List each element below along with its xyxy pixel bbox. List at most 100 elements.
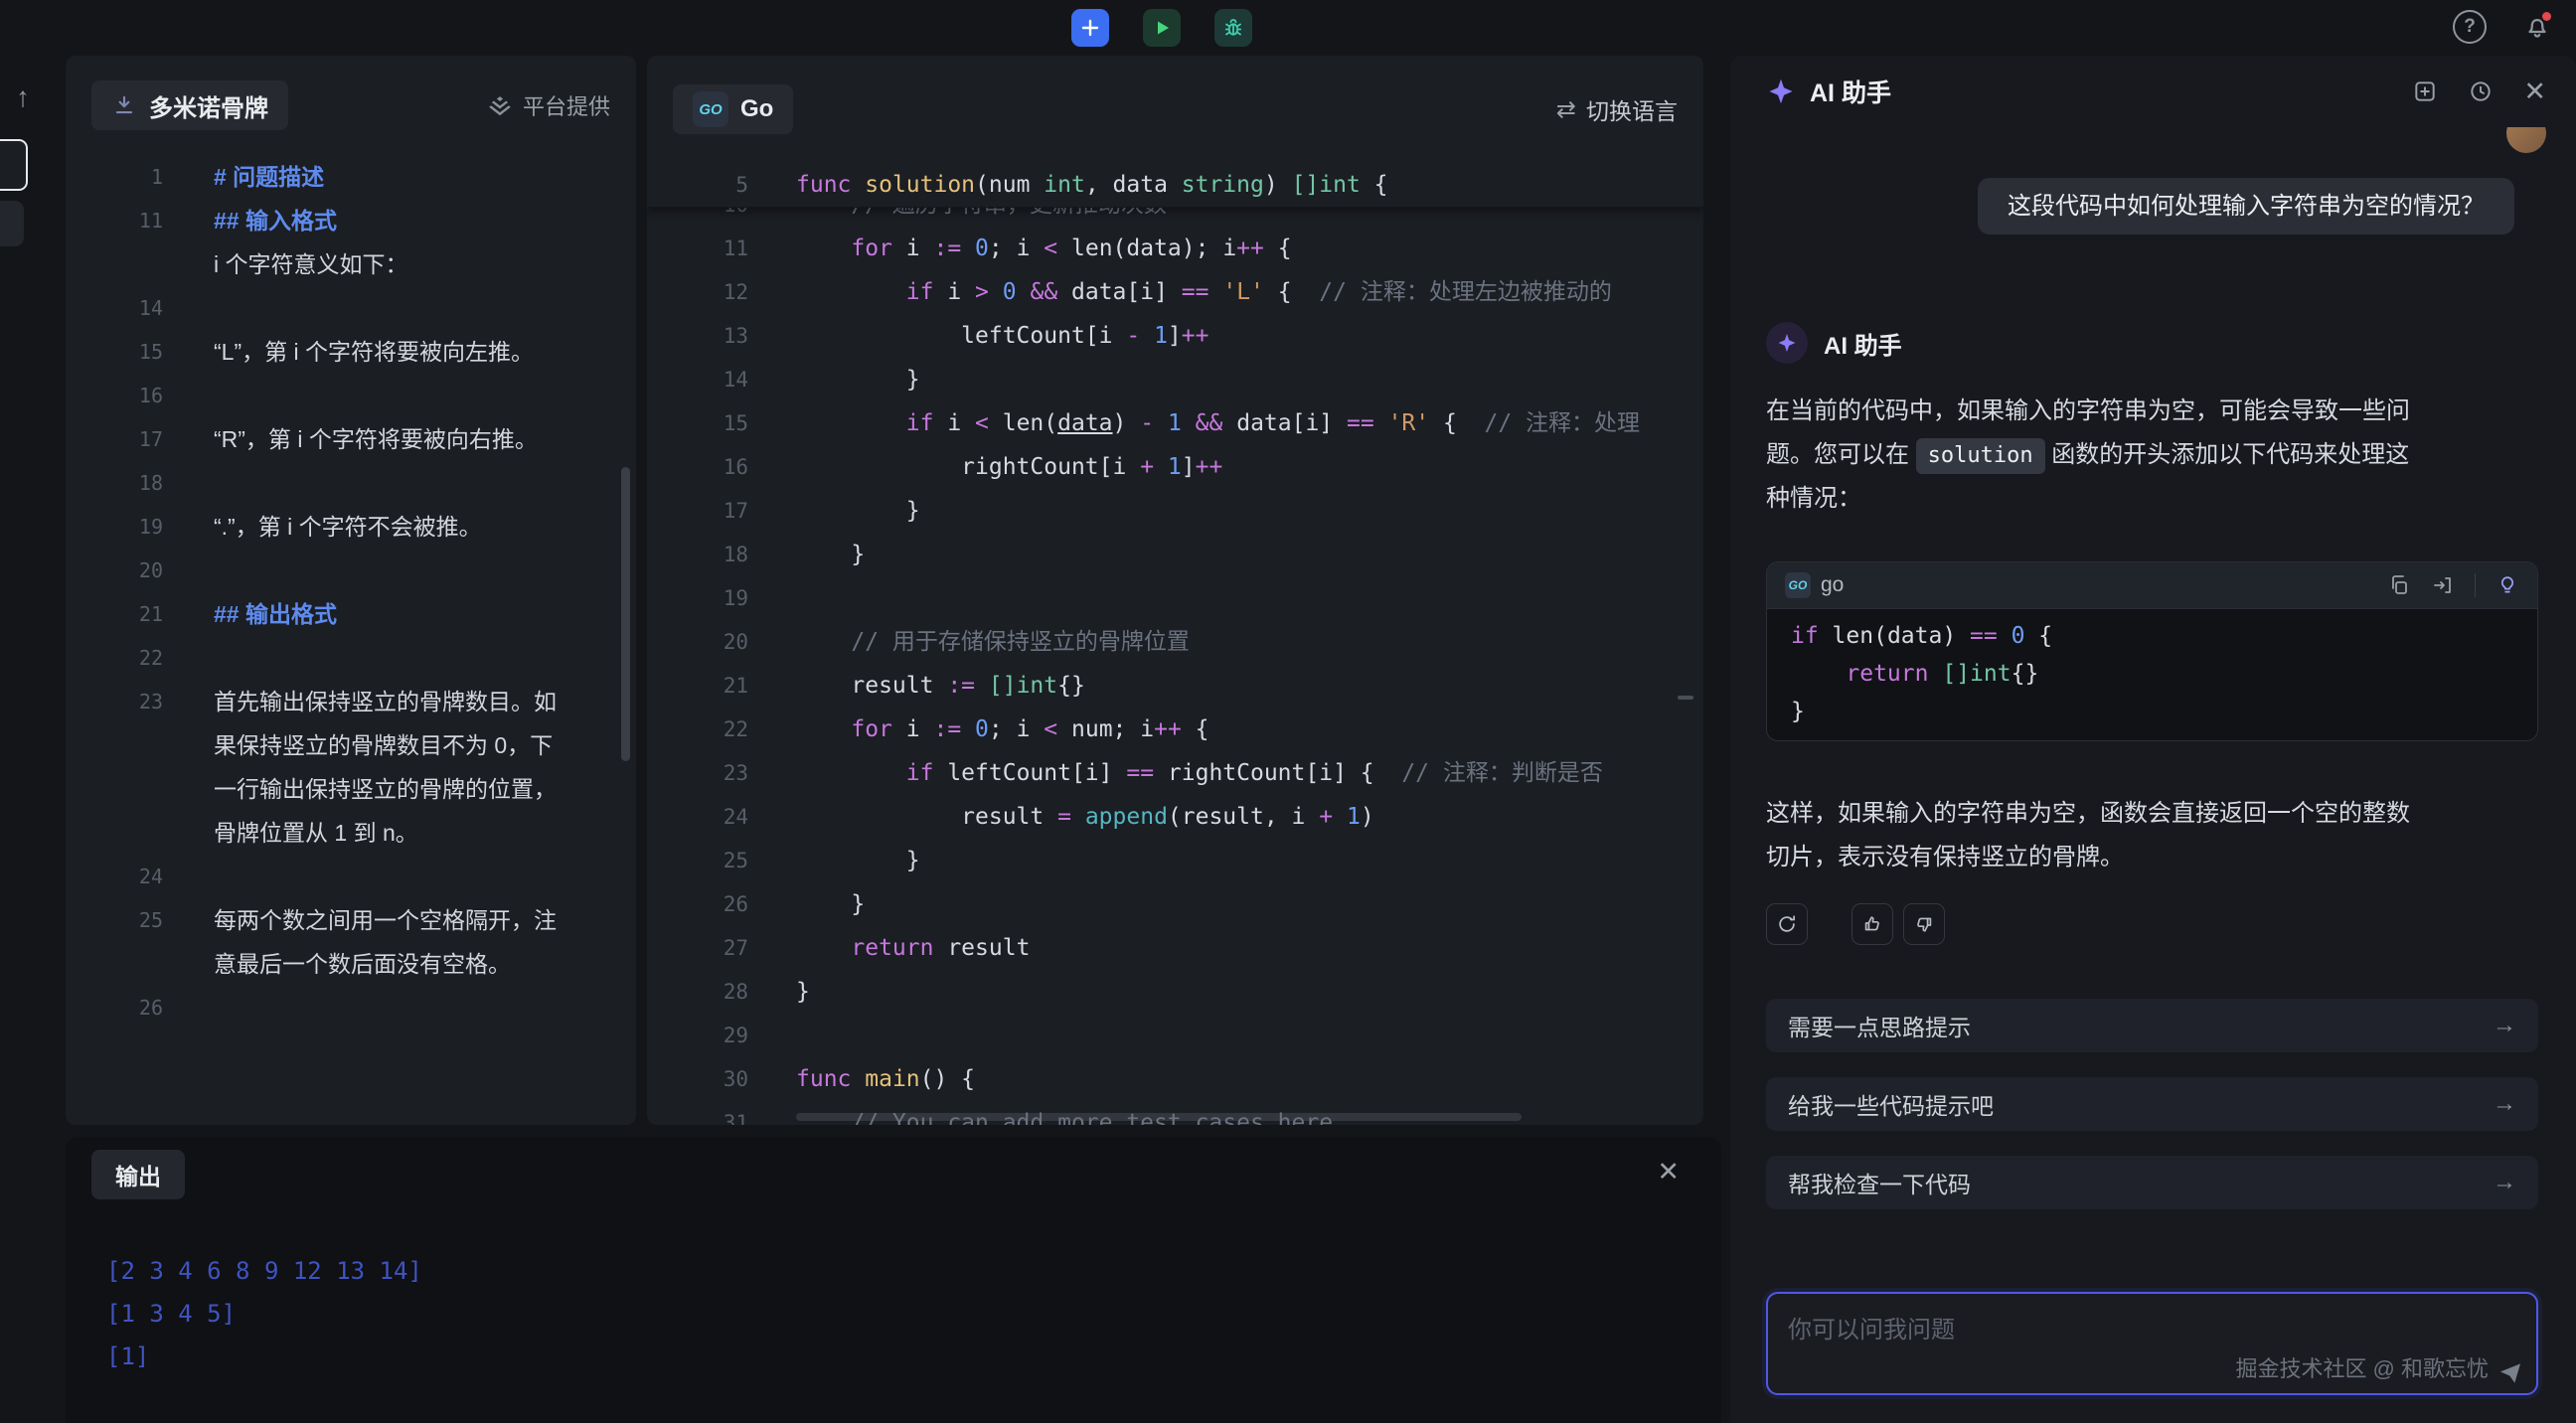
code-token xyxy=(796,716,851,742)
inline-code: solution xyxy=(1916,438,2045,474)
ai-suggestion[interactable]: 需要一点思路提示→ xyxy=(1766,999,2538,1052)
code-line: 26 } xyxy=(647,882,1703,926)
thumbs-down-button[interactable] xyxy=(1903,903,1945,945)
code-token: { xyxy=(1429,410,1484,436)
code-token: (num xyxy=(975,172,1044,198)
ai-suggestions: 需要一点思路提示→ 给我一些代码提示吧→ 帮我检查一下代码→ xyxy=(1766,999,2538,1234)
run-button[interactable] xyxy=(1143,9,1181,47)
history-icon[interactable] xyxy=(2468,79,2494,104)
code-text: // 用于存储保持竖立的骨牌位置 xyxy=(796,620,1190,664)
code-text: func solution(num int, data string) []in… xyxy=(796,163,1388,207)
problem-text: ## 输出格式 xyxy=(214,592,560,636)
code-token xyxy=(1182,410,1196,436)
code-text: if i < len(data) - 1 && data[i] == 'R' {… xyxy=(796,401,1640,445)
assistant-name: AI 助手 xyxy=(1824,326,1902,361)
code-token: 1 xyxy=(1168,454,1182,480)
line-number: 11 xyxy=(647,227,796,270)
code-token: ) xyxy=(1113,410,1141,436)
close-icon[interactable]: ✕ xyxy=(2523,79,2546,105)
code-token: for xyxy=(851,716,892,742)
provider-text: 平台提供 xyxy=(523,89,610,121)
help-button[interactable]: ? xyxy=(2453,10,2487,44)
problem-title-chip[interactable]: 多米诺骨牌 xyxy=(91,80,288,130)
regenerate-button[interactable] xyxy=(1766,903,1808,945)
ai-suggestion[interactable]: 帮我检查一下代码→ xyxy=(1766,1156,2538,1209)
code-line: 27 return result xyxy=(647,926,1703,970)
code-token: == xyxy=(1182,279,1209,305)
code-token: 0 xyxy=(975,716,989,742)
line-number: 27 xyxy=(647,926,796,970)
play-icon xyxy=(1150,16,1174,40)
divider xyxy=(2475,573,2476,597)
code-token: < xyxy=(975,410,989,436)
magic-bulb-icon[interactable] xyxy=(2496,573,2519,597)
problem-text: “.”，第 i 个字符不会被推。 xyxy=(214,505,560,549)
problem-text: i 个字符意义如下： xyxy=(214,242,560,286)
copy-icon[interactable] xyxy=(2387,573,2411,597)
debug-button[interactable] xyxy=(1214,9,1252,47)
code-token: > xyxy=(975,279,989,305)
thumbs-up-button[interactable] xyxy=(1852,903,1893,945)
message-actions xyxy=(1766,903,1945,945)
line-number: 23 xyxy=(647,751,796,795)
code-token: ; i xyxy=(989,236,1044,261)
ai-header-icons: ✕ xyxy=(2412,79,2546,105)
code-token: {} xyxy=(2012,661,2039,687)
code-line: 5func solution(num int, data string) []i… xyxy=(647,163,1703,207)
new-chat-icon[interactable] xyxy=(2412,79,2438,104)
code-token: ; i xyxy=(989,716,1044,742)
code-token: } xyxy=(796,542,865,567)
thumbs-up-icon xyxy=(1861,913,1883,935)
problem-line: 20 xyxy=(66,549,636,592)
code-token: data[i] xyxy=(1057,279,1182,305)
problem-text: “R”，第 i 个字符将要被向右推。 xyxy=(214,417,560,461)
code-token: ] xyxy=(1168,323,1182,349)
code-line: if len(data) == 0 { xyxy=(1767,617,2537,655)
code-text: leftCount[i - 1]++ xyxy=(796,314,1208,358)
line-number: 13 xyxy=(647,314,796,358)
close-icon[interactable]: ✕ xyxy=(1657,1157,1680,1187)
arrow-right-icon: → xyxy=(2493,1169,2516,1196)
code-token: // 注释：处理左边被推动的 xyxy=(1319,279,1612,305)
code-token: ++ xyxy=(1154,716,1182,742)
add-button[interactable] xyxy=(1071,9,1109,47)
problem-line: 18 xyxy=(66,461,636,505)
scroll-top-icon[interactable]: ↑ xyxy=(16,81,30,113)
go-logo-icon: GO xyxy=(1785,572,1811,598)
ai-suggestion[interactable]: 给我一些代码提示吧→ xyxy=(1766,1077,2538,1131)
rail-item[interactable] xyxy=(0,201,24,246)
code-token: result xyxy=(933,935,1030,961)
download-icon xyxy=(111,92,137,118)
line-number: 12 xyxy=(647,270,796,314)
code-token: main xyxy=(865,1066,919,1092)
assistant-row: AI 助手 xyxy=(1766,322,1902,364)
code-editor[interactable]: 5func solution(num int, data string) []i… xyxy=(647,163,1703,1125)
insert-code-icon[interactable] xyxy=(2431,573,2455,597)
code-line: 19 xyxy=(647,576,1703,620)
problem-scrollbar[interactable] xyxy=(621,467,630,761)
rail-item-active[interactable] xyxy=(0,139,28,191)
line-number: 23 xyxy=(66,680,195,855)
code-token: 1 xyxy=(1168,410,1182,436)
language-tab[interactable]: GO Go xyxy=(673,84,793,134)
switch-language-button[interactable]: ⇄ 切换语言 xyxy=(1556,92,1678,126)
output-title-chip: 输出 xyxy=(91,1150,185,1199)
assistant-paragraph-2: 这样，如果输入的字符串为空，函数会直接返回一个空的整数切片，表示没有保持竖立的骨… xyxy=(1766,792,2424,879)
line-number: 14 xyxy=(647,358,796,401)
code-text: result = append(result, i + 1) xyxy=(796,795,1374,839)
code-token: data[i] xyxy=(1222,410,1347,436)
app: ? ↑ 多米诺骨牌 平台提供 1# 问题描述11## 输入格式i 个字符意义如下… xyxy=(0,0,2576,1423)
code-token xyxy=(1071,804,1085,830)
code-line: 30func main() { xyxy=(647,1057,1703,1101)
code-token: 'L' xyxy=(1222,279,1264,305)
notifications-button[interactable] xyxy=(2522,12,2552,42)
code-token: {} xyxy=(1057,673,1085,699)
editor-header: GO Go ⇄ 切换语言 xyxy=(647,56,1703,163)
line-number: 19 xyxy=(66,505,195,549)
switch-arrows-icon: ⇄ xyxy=(1556,95,1576,124)
problem-line: 17“R”，第 i 个字符将要被向右推。 xyxy=(66,417,636,461)
code-line: 29 xyxy=(647,1014,1703,1057)
code-token: = xyxy=(1057,804,1071,830)
code-token: && xyxy=(1196,410,1223,436)
code-token: if xyxy=(906,410,934,436)
